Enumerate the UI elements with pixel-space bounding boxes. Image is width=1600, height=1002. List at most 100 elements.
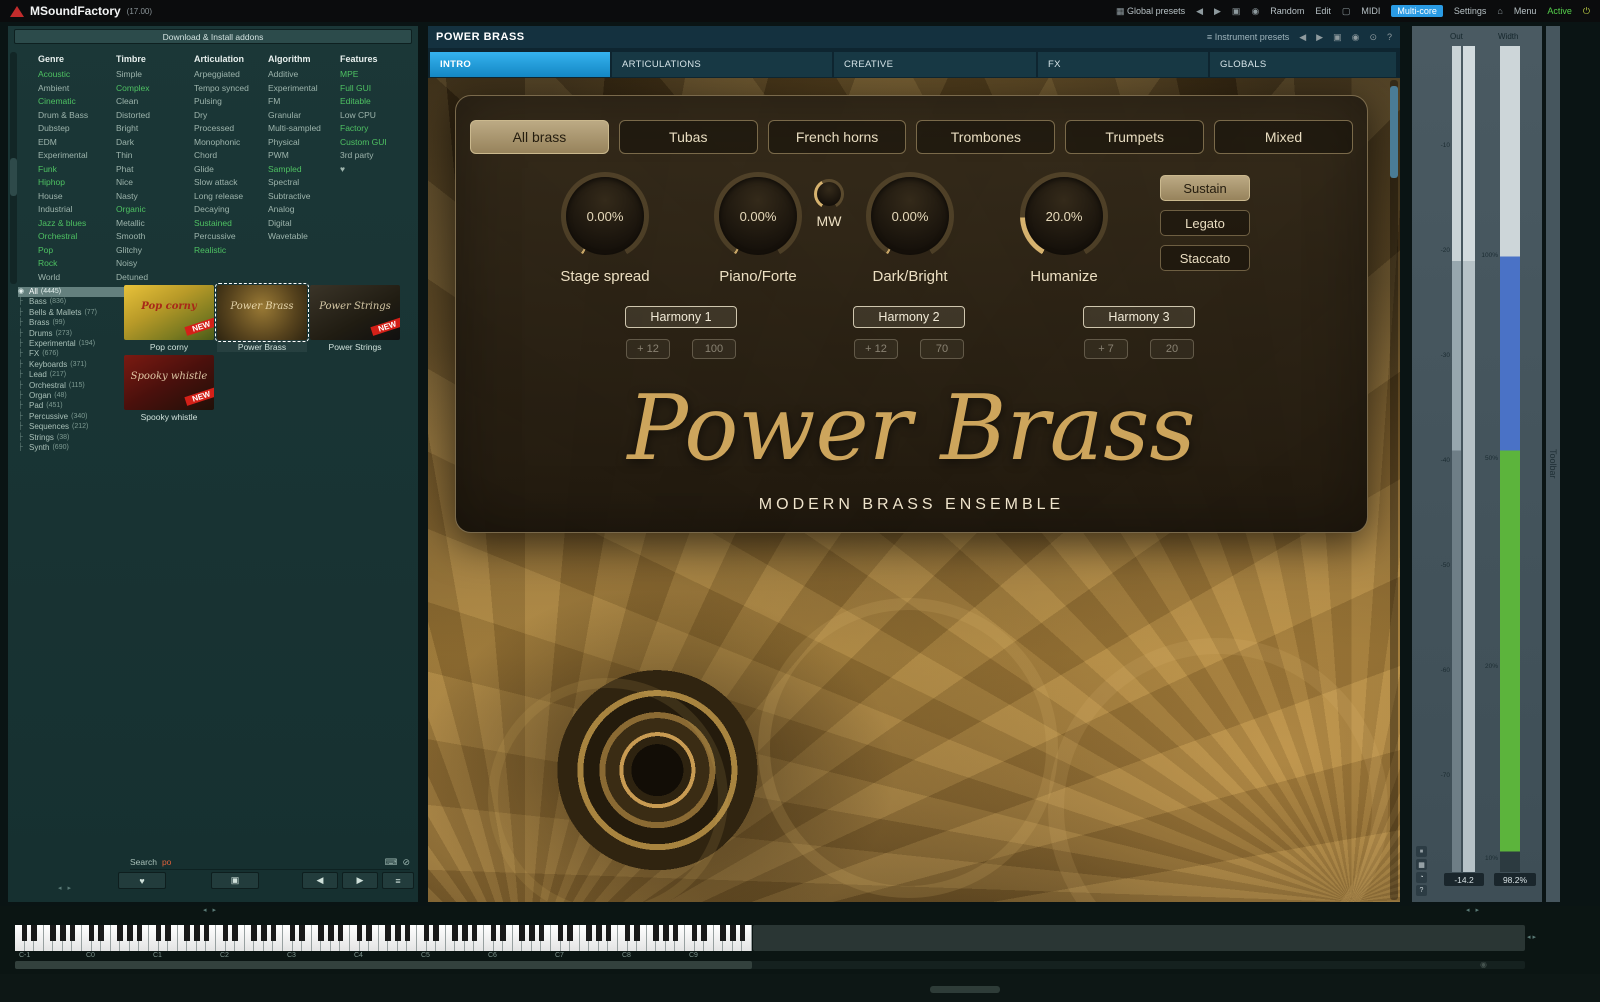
black-key[interactable] [529,925,535,941]
preset-thumb-pop-corny[interactable]: Pop cornyNEWPop corny [124,285,214,352]
active-indicator[interactable]: Active [1547,6,1572,16]
black-key[interactable] [500,925,506,941]
black-key[interactable] [127,925,133,941]
filter-item-pwm[interactable]: PWM [268,149,340,163]
filter-item-rock[interactable]: Rock [38,257,116,271]
filter-item-house[interactable]: House [38,190,116,204]
harmony-shift-1[interactable]: + 12 [626,339,670,359]
bottom-grip[interactable] [930,986,1000,993]
filter-item-organic[interactable]: Organic [116,203,194,217]
filter-item-dark[interactable]: Dark [116,136,194,150]
filter-item-nice[interactable]: Nice [116,176,194,190]
filter-item-long-release[interactable]: Long release [194,190,268,204]
black-key[interactable] [98,925,104,941]
filter-item-digital[interactable]: Digital [268,217,340,231]
toolbar-strip[interactable]: Toolbar [1546,26,1560,902]
filter-item-edm[interactable]: EDM [38,136,116,150]
black-key[interactable] [328,925,334,941]
filter-item-monophonic[interactable]: Monophonic [194,136,268,150]
black-key[interactable] [539,925,545,941]
keyboard-scrollbar[interactable] [15,961,1525,969]
black-key[interactable] [70,925,76,941]
harmony-shift-3[interactable]: + 7 [1084,339,1128,359]
main-scrollbar[interactable] [1390,80,1398,900]
filter-item-experimental[interactable]: Experimental [38,149,116,163]
global-presets-button[interactable]: ▦ Global presets [1116,6,1185,17]
next-preset-icon[interactable]: ▶ [1214,6,1221,17]
midi-button[interactable]: MIDI [1361,6,1380,16]
harmony-amount-3[interactable]: 20 [1150,339,1194,359]
tree-item-all[interactable]: ◉All(4445) [18,287,124,297]
filter-item-fm[interactable]: FM [268,95,340,109]
knob-dial-dark-bright[interactable]: 0.00% [866,172,954,260]
articulation-legato[interactable]: Legato [1160,210,1250,236]
section-french-horns[interactable]: French horns [768,120,907,154]
black-key[interactable] [271,925,277,941]
help-icon[interactable]: ? [1387,32,1392,42]
filter-item-processed[interactable]: Processed [194,122,268,136]
clock-icon[interactable]: ◔ [1416,872,1427,883]
filter-item-cinematic[interactable]: Cinematic [38,95,116,109]
black-key[interactable] [194,925,200,941]
black-key[interactable] [472,925,478,941]
filter-item-thin[interactable]: Thin [116,149,194,163]
filter-item-acoustic[interactable]: Acoustic [38,68,116,82]
black-key[interactable] [692,925,698,941]
browser-resize-handle[interactable]: ◂ ▸ [58,884,73,892]
keyboard-right-handle[interactable]: ◂▸ [1527,933,1538,941]
filter-item-decaying[interactable]: Decaying [194,203,268,217]
knob-dial-humanize[interactable]: 20.0% [1020,172,1108,260]
keyboard-resize-handle[interactable]: ◂ ▸ [203,906,218,914]
tree-item-orchestral[interactable]: ├Orchestral(115) [18,381,124,391]
harmony-amount-1[interactable]: 100 [692,339,736,359]
filter-item-granular[interactable]: Granular [268,109,340,123]
filter-scrollbar[interactable] [10,52,17,284]
filter-item-custom-gui[interactable]: Custom GUI [340,136,408,150]
black-key[interactable] [338,925,344,941]
filter-item-arpeggiated[interactable]: Arpeggiated [194,68,268,82]
tree-item-lead[interactable]: ├Lead(217) [18,370,124,380]
browser-prev-button[interactable]: ◀ [302,872,338,889]
save-icon[interactable]: ▣ [1232,6,1241,17]
download-addons-button[interactable]: Download & Install addons [14,29,412,44]
tab-articulations[interactable]: ARTICULATIONS [612,52,832,77]
filter-item-editable[interactable]: Editable [340,95,408,109]
black-key[interactable] [586,925,592,941]
edit-button[interactable]: Edit [1315,6,1331,16]
filter-scrollbar-handle[interactable] [10,158,17,196]
filter-item-orchestral[interactable]: Orchestral [38,230,116,244]
preset-thumb-spooky-whistle[interactable]: Spooky whistleNEWSpooky whistle [124,355,214,422]
filter-item-full-gui[interactable]: Full GUI [340,82,408,96]
black-key[interactable] [462,925,468,941]
section-all-brass[interactable]: All brass [470,120,609,154]
tree-item-sequences[interactable]: ├Sequences(212) [18,422,124,432]
tree-item-pad[interactable]: ├Pad(451) [18,401,124,411]
prev-preset-icon[interactable]: ◀ [1196,6,1203,17]
filter-item-industrial[interactable]: Industrial [38,203,116,217]
harmony-button-3[interactable]: Harmony 3 [1083,306,1195,328]
tree-item-experimental[interactable]: ├Experimental(194) [18,339,124,349]
filter-item-noisy[interactable]: Noisy [116,257,194,271]
filter-item-experimental[interactable]: Experimental [268,82,340,96]
black-key[interactable] [606,925,612,941]
black-key[interactable] [299,925,305,941]
tree-item-drums[interactable]: ├Drums(273) [18,329,124,339]
keyboard-options-icon[interactable]: ◉ [1480,960,1487,969]
filter-item-multi-sampled[interactable]: Multi-sampled [268,122,340,136]
black-key[interactable] [653,925,659,941]
section-mixed[interactable]: Mixed [1214,120,1353,154]
list-menu-button[interactable]: ≡ [382,872,414,889]
filter-item-simple[interactable]: Simple [116,68,194,82]
section-trumpets[interactable]: Trumpets [1065,120,1204,154]
black-key[interactable] [357,925,363,941]
filter-item-factory[interactable]: Factory [340,122,408,136]
browser-next-button[interactable]: ▶ [342,872,378,889]
filter-item-drum-bass[interactable]: Drum & Bass [38,109,116,123]
filter-item-dry[interactable]: Dry [194,109,268,123]
filter-item-complex[interactable]: Complex [116,82,194,96]
clear-search-icon[interactable]: ⊘ [402,857,410,868]
section-trombones[interactable]: Trombones [916,120,1055,154]
black-key[interactable] [625,925,631,941]
harmony-amount-2[interactable]: 70 [920,339,964,359]
black-key[interactable] [663,925,669,941]
